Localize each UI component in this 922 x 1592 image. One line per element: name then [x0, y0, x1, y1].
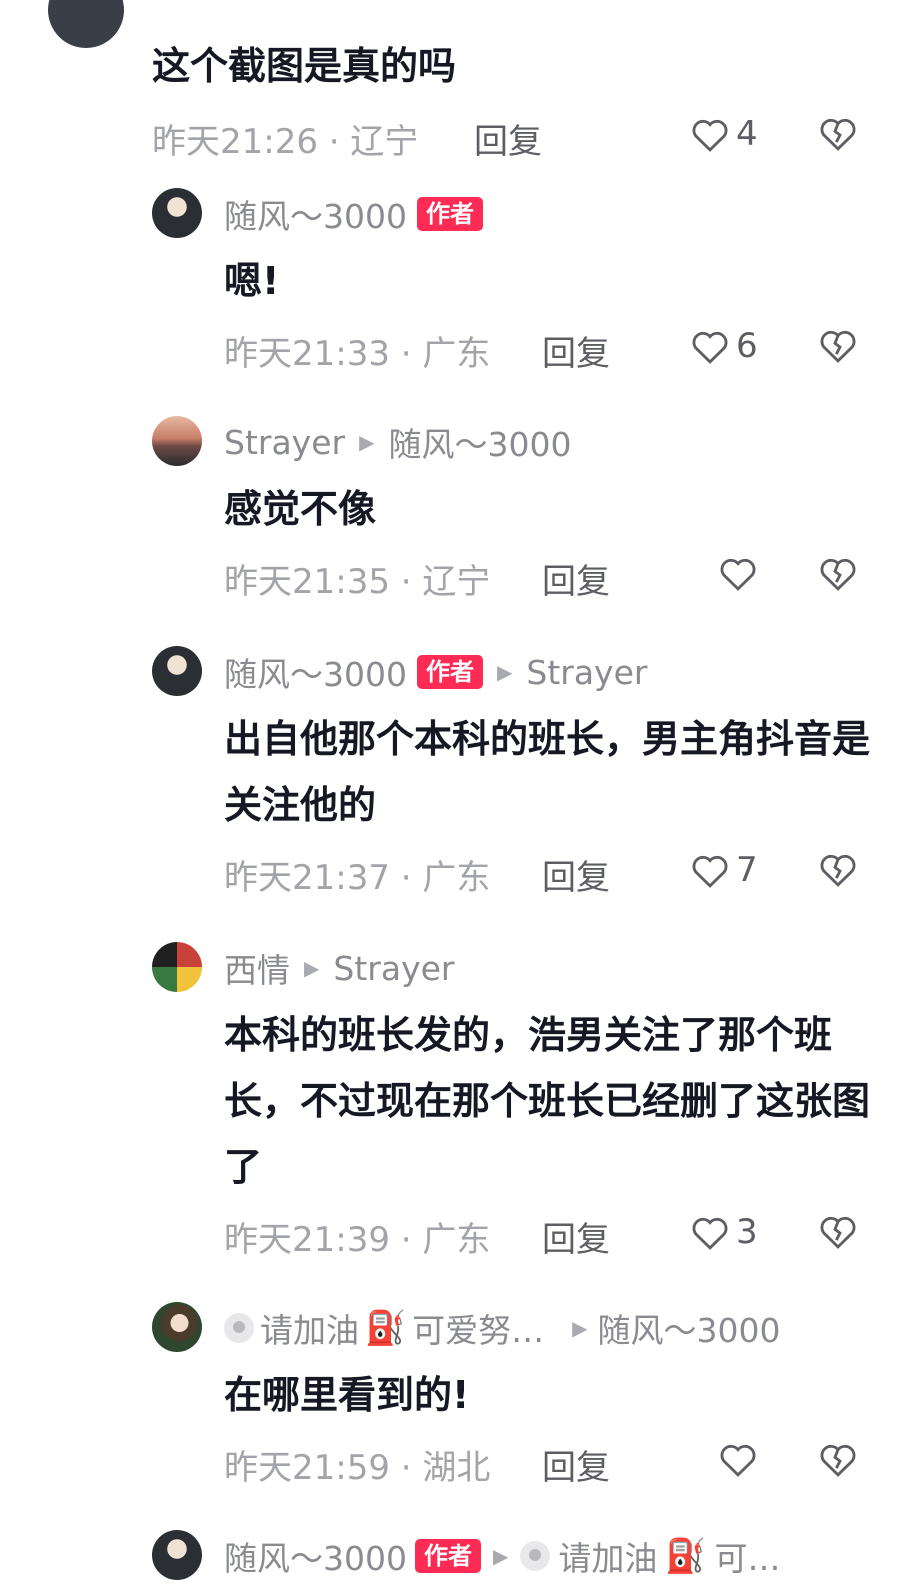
comment-meta: 昨天21:37 · 广东 回复 7 [224, 844, 874, 898]
like-button[interactable]: 6 [690, 326, 758, 366]
comment-text: 本科的班长发的，浩男关注了那个班长，不过现在那个班长已经删了这张图了 [224, 1013, 871, 1189]
author-badge: 作者 [414, 1539, 481, 1573]
comment-text: 嗯! [224, 259, 280, 303]
username[interactable]: 请加油 [260, 1304, 359, 1352]
dislike-button[interactable] [818, 1212, 858, 1250]
reply-button[interactable]: 回复 [542, 1440, 610, 1489]
avatar[interactable] [48, 0, 124, 48]
reply-header: 随风〜3000 作者 ▶ Strayer [224, 648, 647, 696]
like-button[interactable]: 4 [690, 114, 758, 154]
username[interactable]: 随风〜3000 [224, 190, 407, 238]
user-emoji-icon [520, 1541, 551, 1571]
comment-meta: 昨天21:33 · 广东 回复 6 [224, 320, 874, 374]
reply-to-username[interactable]: Strayer [526, 653, 647, 692]
like-count: 4 [736, 114, 758, 154]
like-count: 6 [736, 326, 758, 366]
play-arrow-icon: ▶ [492, 1544, 509, 1568]
avatar[interactable] [152, 416, 202, 466]
comment-time-location: 昨天21:26 · 辽宁 [152, 122, 419, 162]
reply-button[interactable]: 回复 [542, 554, 610, 603]
fuel-pump-emoji-icon: ⛽ [665, 1536, 707, 1575]
comment-text: 这个截图是真的吗 [152, 44, 457, 88]
reply-to-suffix: 可… [714, 1539, 781, 1578]
heart-outline-icon [692, 855, 728, 888]
avatar[interactable] [152, 188, 202, 238]
username[interactable]: 随风〜3000 [224, 648, 407, 696]
play-arrow-icon: ▶ [359, 430, 375, 454]
reply-header: 随风〜3000 作者 ▶ 请加油 ⛽ 可… [224, 1534, 780, 1578]
comment-time-location: 昨天21:33 · 广东 [224, 334, 491, 374]
broken-heart-icon [820, 854, 856, 887]
author-badge: 作者 [416, 197, 483, 231]
reply-header: Strayer ▶ 随风〜3000 [224, 418, 571, 466]
avatar[interactable] [152, 942, 202, 992]
heart-outline-icon [692, 331, 728, 364]
username-suffix: 可爱努… [412, 1311, 545, 1350]
broken-heart-icon [820, 1216, 856, 1249]
dislike-button[interactable] [818, 554, 858, 592]
fuel-pump-emoji-icon: ⛽ [365, 1308, 407, 1347]
broken-heart-icon [820, 330, 856, 363]
dislike-button[interactable] [818, 114, 858, 152]
like-button[interactable]: 7 [690, 850, 758, 890]
user-emoji-icon [224, 1313, 254, 1343]
reply-header: 请加油 ⛽ 可爱努… ▶ 随风〜3000 [224, 1306, 780, 1350]
comment-meta: 昨天21:35 · 辽宁 回复 [224, 548, 874, 602]
reply-header: 随风〜3000 作者 [224, 192, 483, 236]
reply-to-username[interactable]: 随风〜3000 [388, 418, 571, 466]
comment-text: 出自他那个本科的班长，男主角抖音是关注他的 [224, 717, 871, 827]
reply-button[interactable]: 回复 [542, 850, 610, 899]
dislike-button[interactable] [818, 326, 858, 364]
comment-time-location: 昨天21:59 · 湖北 [224, 1448, 491, 1488]
username[interactable]: Strayer [224, 423, 345, 462]
broken-heart-icon [820, 1444, 856, 1477]
like-button[interactable] [718, 1440, 764, 1478]
reply-button[interactable]: 回复 [542, 1212, 610, 1261]
username[interactable]: 西情 [224, 944, 290, 992]
broken-heart-icon [820, 118, 856, 151]
comment-meta: 昨天21:26 · 辽宁 回复 4 [152, 108, 856, 162]
play-arrow-icon: ▶ [496, 660, 513, 684]
username[interactable]: 随风〜3000 [224, 1532, 407, 1580]
author-badge: 作者 [416, 655, 483, 689]
like-count: 3 [736, 1212, 758, 1252]
play-arrow-icon: ▶ [304, 956, 320, 980]
reply-to-username[interactable]: 随风〜3000 [597, 1304, 780, 1352]
comment-time-location: 昨天21:39 · 广东 [224, 1220, 491, 1260]
avatar[interactable] [152, 1302, 202, 1352]
avatar[interactable] [152, 646, 202, 696]
comment-text: 感觉不像 [224, 487, 377, 531]
like-count: 7 [736, 850, 758, 890]
reply-to-username[interactable]: 请加油 [558, 1532, 657, 1580]
dislike-button[interactable] [818, 1440, 858, 1478]
like-button[interactable] [718, 554, 764, 592]
dislike-button[interactable] [818, 850, 858, 888]
broken-heart-icon [820, 558, 856, 591]
heart-outline-icon [720, 558, 756, 591]
comment-meta: 昨天21:39 · 广东 回复 3 [224, 1206, 874, 1260]
reply-header: 西情 ▶ Strayer [224, 944, 454, 992]
comment-time-location: 昨天21:35 · 辽宁 [224, 562, 491, 602]
play-arrow-icon: ▶ [572, 1316, 588, 1340]
avatar[interactable] [152, 1530, 202, 1580]
heart-outline-icon [720, 1444, 756, 1477]
heart-outline-icon [692, 1217, 728, 1250]
comment-meta: 昨天21:59 · 湖北 回复 [224, 1434, 874, 1488]
like-button[interactable]: 3 [690, 1212, 758, 1252]
reply-button[interactable]: 回复 [474, 114, 542, 163]
reply-to-username[interactable]: Strayer [333, 949, 454, 988]
heart-outline-icon [692, 119, 728, 152]
comment-time-location: 昨天21:37 · 广东 [224, 858, 491, 898]
reply-button[interactable]: 回复 [542, 326, 610, 375]
comment-text: 在哪里看到的! [224, 1373, 470, 1417]
